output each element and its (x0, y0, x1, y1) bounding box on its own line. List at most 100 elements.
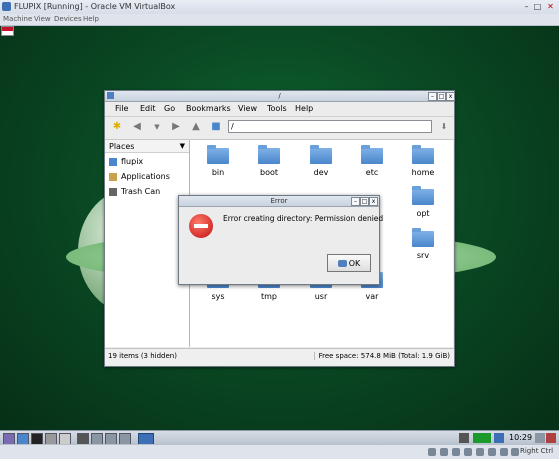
maximize-icon[interactable]: □ (437, 92, 446, 101)
file-label: var (365, 292, 379, 301)
mouse-integration-icon[interactable] (500, 448, 508, 456)
vbox-menu-help[interactable]: Help (83, 15, 99, 23)
trash-icon (109, 187, 117, 196)
sidebar-item-trash[interactable]: Trash Can (107, 186, 187, 198)
sidebar-item-label: flupix (121, 157, 144, 166)
volume-icon[interactable] (494, 433, 504, 443)
home-folder-icon (109, 157, 117, 166)
file-item-bin[interactable]: bin (196, 145, 240, 186)
guest-taskbar: 10:29 (0, 430, 559, 445)
menu-file[interactable]: File (115, 104, 128, 113)
vbox-menu-devices[interactable]: Devices (54, 15, 82, 23)
vbox-window-title: FLUPIX [Running] - Oracle VM VirtualBox (14, 2, 176, 11)
close-icon[interactable]: x (446, 92, 455, 101)
minimize-icon[interactable]: – (351, 197, 360, 206)
free-space: Free space: 574.8 MiB (Total: 1.9 GiB) (313, 352, 450, 360)
lock-icon[interactable] (535, 433, 545, 443)
menu-edit[interactable]: Edit (140, 104, 156, 113)
maximize-icon[interactable]: □ (532, 1, 543, 12)
error-dialog: Error – □ x Error creating directory: Pe… (178, 195, 384, 285)
clock: 10:29 (509, 433, 533, 442)
vbox-menu-view[interactable]: View (34, 15, 51, 23)
minimize-icon[interactable]: – (428, 92, 437, 101)
path-input[interactable]: / (228, 120, 432, 133)
maximize-icon[interactable]: □ (360, 197, 369, 206)
vbox-titlebar: FLUPIX [Running] - Oracle VM VirtualBox … (0, 0, 559, 15)
history-dropdown-icon[interactable]: ▼ (151, 121, 163, 133)
network-adapter-icon[interactable] (464, 448, 472, 456)
sidebar-item-applications[interactable]: Applications (107, 171, 187, 183)
usb-icon[interactable] (452, 448, 460, 456)
video-capture-icon[interactable] (488, 448, 496, 456)
folder-icon (412, 228, 434, 247)
host-key-label: Right Ctrl (520, 447, 554, 455)
forward-icon[interactable]: ▶ (170, 121, 182, 133)
folder-icon (207, 145, 229, 164)
hard-disk-icon[interactable] (428, 448, 436, 456)
file-manager-title: / (278, 92, 281, 100)
file-manager-menubar: File Edit Go Bookmarks View Tools Help (105, 102, 454, 117)
up-icon[interactable]: ▲ (190, 121, 202, 133)
ok-icon (337, 260, 347, 267)
file-label: tmp (260, 292, 277, 301)
file-manager-titlebar[interactable]: / – □ x (105, 91, 455, 102)
file-label: opt (416, 209, 430, 218)
ok-button-label: OK (348, 259, 361, 268)
file-label: srv (416, 251, 430, 260)
file-label: dev (313, 168, 329, 177)
error-dialog-title: Error (270, 197, 288, 205)
keyboard-layout-flag-icon[interactable] (1, 26, 14, 36)
back-icon[interactable]: ◀ (131, 121, 143, 133)
file-label: sys (211, 292, 225, 301)
file-label: boot (259, 168, 278, 177)
applications-icon (109, 172, 117, 181)
ok-button[interactable]: OK (327, 254, 371, 272)
chevron-down-icon[interactable]: ▼ (180, 142, 185, 150)
sidebar-item-label: Trash Can (121, 187, 161, 196)
file-label: etc (365, 168, 379, 177)
vbox-statusbar: Right Ctrl (0, 444, 559, 459)
folder-icon (361, 145, 383, 164)
folder-icon[interactable]: ■ (210, 121, 222, 133)
places-label: Places (109, 142, 135, 151)
file-item-etc[interactable]: etc (350, 145, 394, 186)
menu-tools[interactable]: Tools (267, 104, 287, 113)
file-item-home[interactable]: home (401, 145, 445, 186)
new-tab-star-icon[interactable]: ✱ (111, 121, 123, 133)
cpu-monitor-icon (473, 433, 491, 443)
error-message: Error creating directory: Permission den… (223, 214, 384, 223)
close-icon[interactable]: ✕ (545, 1, 556, 12)
error-stop-icon (189, 214, 213, 238)
menu-bookmarks[interactable]: Bookmarks (186, 104, 231, 113)
file-manager-statusbar: 19 items (3 hidden) Free space: 574.8 Mi… (105, 348, 454, 365)
network-icon[interactable] (459, 433, 469, 443)
item-count: 19 items (3 hidden) (108, 352, 177, 360)
optical-drive-icon[interactable] (440, 448, 448, 456)
folder-icon (310, 145, 332, 164)
file-item-opt[interactable]: opt (401, 186, 445, 227)
sidebar-item-label: Applications (121, 172, 170, 181)
folder-icon (258, 145, 280, 164)
logout-icon[interactable] (546, 433, 556, 443)
shared-folders-icon[interactable] (476, 448, 484, 456)
file-manager-toolbar: ✱ ◀ ▼ ▶ ▲ ■ / ⬇ (105, 117, 454, 140)
file-item-dev[interactable]: dev (299, 145, 343, 186)
menu-go[interactable]: Go (164, 104, 175, 113)
minimize-icon[interactable]: – (521, 1, 532, 12)
file-item-srv[interactable]: srv (401, 228, 445, 269)
menu-help[interactable]: Help (295, 104, 313, 113)
error-dialog-titlebar[interactable]: Error – □ x (179, 196, 379, 207)
folder-icon (412, 186, 434, 205)
file-item-boot[interactable]: boot (247, 145, 291, 186)
go-arrow-icon[interactable]: ⬇ (438, 121, 450, 133)
keyboard-capture-icon[interactable] (511, 448, 519, 456)
virtualbox-app-icon (2, 2, 11, 11)
vbox-menubar: Machine View Devices Help (0, 14, 559, 26)
folder-icon (412, 145, 434, 164)
sidebar-item-flupix[interactable]: flupix (107, 156, 187, 168)
places-header[interactable]: Places ▼ (105, 140, 189, 153)
file-label: home (411, 168, 435, 177)
close-icon[interactable]: x (369, 197, 378, 206)
vbox-menu-machine[interactable]: Machine (3, 15, 32, 23)
menu-view[interactable]: View (238, 104, 257, 113)
